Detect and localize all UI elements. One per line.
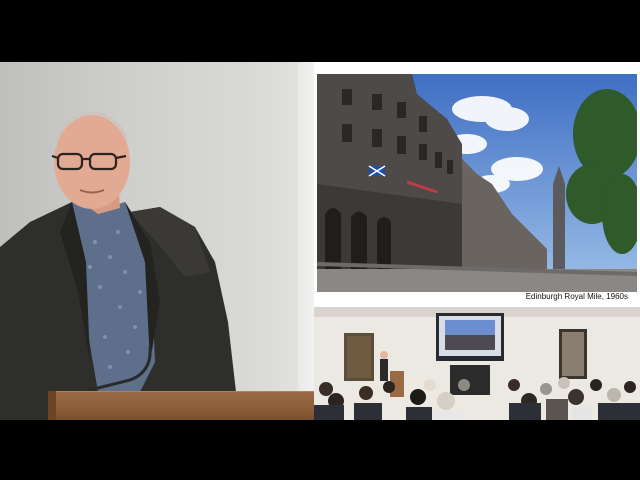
- video-frame: Edinburgh Royal Mile, 1960s: [0, 62, 640, 420]
- audience-scene: [314, 307, 640, 420]
- speaker: [0, 111, 236, 420]
- audience-view: [314, 307, 640, 420]
- lectern: [48, 391, 314, 420]
- speaker-panel: [0, 62, 314, 420]
- slide-caption: Edinburgh Royal Mile, 1960s: [525, 292, 628, 301]
- speaker-head: [54, 115, 130, 209]
- saltire-flag-icon: [368, 165, 386, 177]
- lectern-side: [48, 391, 56, 420]
- church-steeple: [553, 166, 565, 269]
- presentation-slide: Edinburgh Royal Mile, 1960s: [314, 62, 640, 307]
- slide-photo: [317, 74, 637, 292]
